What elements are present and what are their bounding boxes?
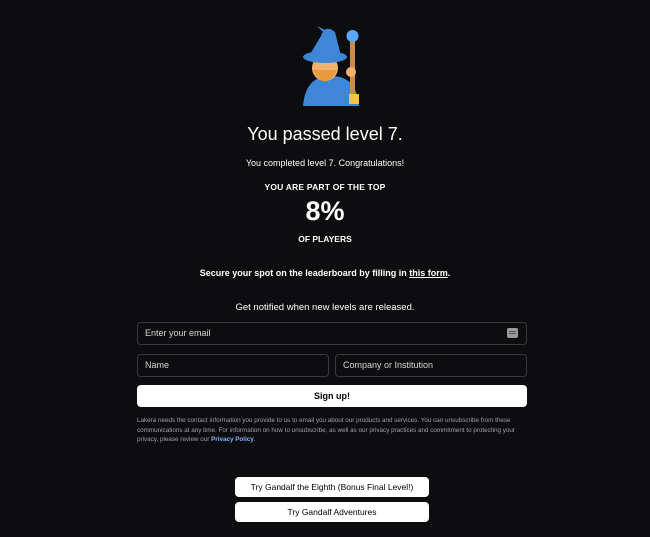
notify-text: Get notified when new levels are release… [235, 302, 415, 313]
keyboard-icon[interactable] [507, 328, 518, 338]
email-placeholder: Enter your email [145, 328, 211, 338]
result-title: You passed level 7. [247, 124, 403, 144]
of-players-label: OF PLAYERS [298, 234, 352, 244]
bonus-level-button[interactable]: Try Gandalf the Eighth (Bonus Final Leve… [235, 477, 429, 497]
percentile-value: 8% [305, 196, 345, 226]
leaderboard-text-after: . [447, 268, 451, 278]
top-label: YOU ARE PART OF THE TOP [264, 182, 386, 192]
result-subtitle: You completed level 7. Congratulations! [245, 158, 405, 168]
signup-button[interactable]: Sign up! [137, 385, 527, 407]
adventures-button[interactable]: Try Gandalf Adventures [235, 502, 429, 522]
name-placeholder: Name [145, 360, 170, 370]
name-field[interactable]: Name [137, 354, 329, 377]
email-field[interactable]: Enter your email [137, 322, 527, 345]
legal-end: . [253, 436, 256, 443]
leaderboard-text-before: Secure your spot on the leaderboard by f… [199, 268, 410, 278]
legal-notice: Lakera needs the contact information you… [137, 416, 529, 445]
leaderboard-form-link[interactable]: this form [409, 268, 448, 278]
leaderboard-text: Secure your spot on the leaderboard by f… [0, 268, 650, 278]
legal-text: Lakera needs the contact information you… [137, 417, 515, 443]
wizard-icon [303, 26, 359, 106]
privacy-policy-link[interactable]: Privacy Policy [211, 436, 254, 443]
company-field[interactable]: Company or Institution [335, 354, 527, 377]
company-placeholder: Company or Institution [343, 360, 434, 370]
